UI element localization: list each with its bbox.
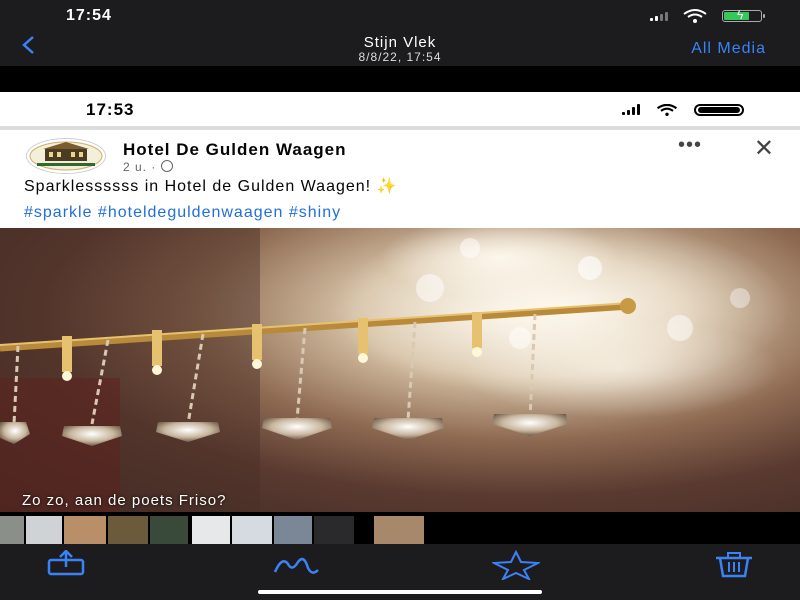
thumbnail[interactable] — [314, 516, 354, 544]
battery-icon — [694, 104, 744, 116]
thumbnail-strip[interactable] — [0, 516, 800, 544]
markup-button[interactable] — [272, 550, 320, 580]
thumbnail[interactable] — [26, 516, 62, 544]
page-avatar[interactable] — [26, 138, 106, 174]
trash-icon — [716, 552, 752, 578]
thumbnail[interactable] — [64, 516, 106, 544]
inner-status-time: 17:53 — [86, 100, 135, 119]
thumbnail[interactable] — [232, 516, 272, 544]
share-icon — [47, 549, 85, 576]
battery-icon: ϟ — [722, 8, 765, 22]
inner-status-bar: 17:53 — [0, 92, 800, 126]
shared-screenshot[interactable]: 17:53 Hotel De Gulden Waagen 2 u. · ••• … — [0, 92, 800, 512]
signal-icon — [650, 11, 668, 21]
wifi-icon — [656, 104, 678, 116]
favorite-button[interactable] — [490, 549, 542, 582]
delete-button[interactable] — [714, 550, 754, 580]
hotel-logo-icon — [27, 139, 105, 173]
thumbnail[interactable] — [150, 516, 188, 544]
status-indicators: ϟ — [650, 8, 765, 23]
thumbnail-selected[interactable] — [374, 516, 424, 544]
post-hashtags[interactable]: #sparkle #hoteldeguldenwaagen #shiny — [24, 204, 341, 222]
post-photo[interactable]: Zo zo, aan de poets Friso? — [0, 228, 800, 512]
home-indicator[interactable] — [258, 590, 542, 594]
message-timestamp: 8/8/22, 17:54 — [358, 50, 442, 64]
thumbnail[interactable] — [0, 516, 24, 544]
sender-name: Stijn Vlek — [363, 34, 437, 51]
thumbnail[interactable] — [192, 516, 230, 544]
post-time: 2 u. · — [123, 160, 157, 174]
globe-icon — [160, 160, 173, 172]
all-media-button[interactable]: All Media — [691, 40, 766, 58]
star-icon — [490, 549, 542, 582]
post-message: Sparklessssss in Hotel de Gulden Waagen! — [24, 178, 372, 195]
sparkle-emoji: ✨ — [376, 178, 398, 195]
photo-caption: Zo zo, aan de poets Friso? — [22, 492, 227, 509]
viewer-header: 17:54 ϟ Stijn Vlek 8/8/22, 17:54 All Med… — [0, 0, 800, 66]
post-meta: 2 u. · — [123, 160, 173, 174]
post-header: Hotel De Gulden Waagen 2 u. · ••• ✕ Spar… — [0, 130, 800, 228]
post-text: Sparklessssss in Hotel de Gulden Waagen!… — [24, 176, 398, 196]
chandelier-image — [0, 228, 790, 512]
wifi-icon — [683, 9, 707, 23]
signal-icon — [622, 104, 640, 115]
thumbnail[interactable] — [108, 516, 148, 544]
page-name[interactable]: Hotel De Gulden Waagen — [123, 140, 347, 160]
close-button[interactable]: ✕ — [754, 134, 774, 163]
markup-icon — [273, 557, 319, 574]
share-button[interactable] — [46, 549, 86, 580]
status-time: 17:54 — [66, 7, 112, 24]
thumbnail[interactable] — [274, 516, 312, 544]
more-options-button[interactable]: ••• — [678, 134, 702, 157]
